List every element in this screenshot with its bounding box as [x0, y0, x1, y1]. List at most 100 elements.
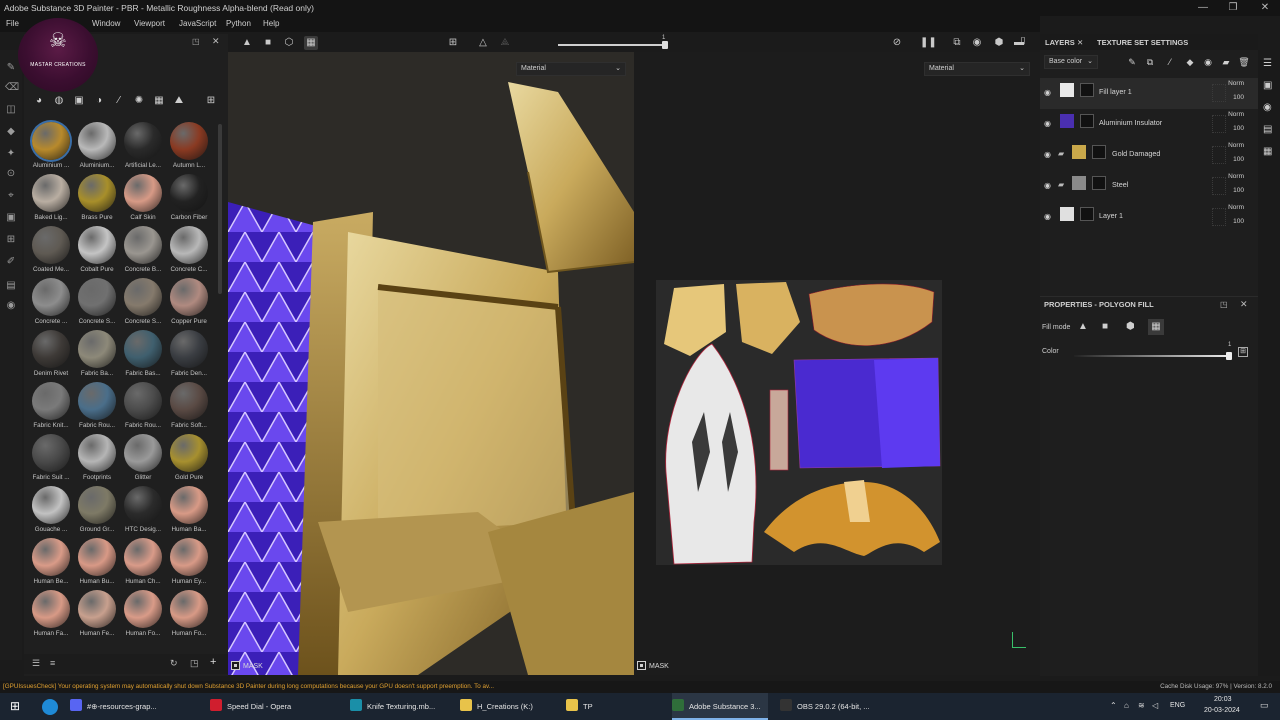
layer-opacity[interactable]: 100	[1233, 187, 1244, 194]
taskbar-app[interactable]: #⊕-resources-grap...	[70, 693, 200, 720]
smudge-icon[interactable]: ✦	[5, 148, 17, 160]
taskbar-app[interactable]: Knife Texturing.mb...	[350, 693, 450, 720]
undock-icon[interactable]: ◳	[192, 37, 200, 46]
material-thumbnail[interactable]: HTC Desig...	[120, 486, 166, 538]
fill-quad-icon[interactable]: ■	[1102, 321, 1114, 333]
volume-icon[interactable]: ◁	[1152, 701, 1158, 710]
material-thumbnail[interactable]: Human Fo...	[166, 590, 212, 642]
material-thumbnail[interactable]: Fabric Bas...	[120, 330, 166, 382]
screenshot-camera-icon[interactable]: ⌷	[1020, 36, 1034, 50]
material-dropdown-left[interactable]: Material ⌄	[516, 62, 626, 76]
menu-window[interactable]: Window	[92, 19, 120, 28]
material-thumbnail[interactable]: Human Be...	[28, 538, 74, 590]
material-thumbnail[interactable]: Autumn L...	[166, 122, 212, 174]
material-thumbnail[interactable]: Human Ch...	[120, 538, 166, 590]
material-dropdown-right[interactable]: Material ⌄	[924, 62, 1030, 76]
add-folder-icon[interactable]: ▰	[1220, 56, 1232, 68]
pause-icon[interactable]: ❚❚	[920, 36, 937, 50]
menu-python[interactable]: Python	[226, 19, 251, 28]
eye-icon[interactable]: ◉	[5, 300, 17, 312]
square-view-icon[interactable]: ■	[261, 36, 275, 50]
material-thumbnail[interactable]: Aluminium...	[74, 122, 120, 174]
sort-icon[interactable]: ≡	[50, 658, 55, 668]
material-thumbnail[interactable]: Fabric Den...	[166, 330, 212, 382]
history-icon[interactable]: ▦	[1263, 146, 1272, 157]
render-icon[interactable]: ◉	[970, 36, 984, 50]
material-thumbnail[interactable]: Human Fo...	[120, 590, 166, 642]
layer-mask-thumbnail[interactable]	[1092, 145, 1106, 159]
layers-panel-icon[interactable]: ☰	[1263, 58, 1272, 69]
shader-settings-icon[interactable]: ◉	[1263, 102, 1272, 113]
view-slider[interactable]	[558, 41, 668, 49]
maximize-button[interactable]: ❐	[1224, 2, 1242, 14]
triangle-view-icon[interactable]: ▲	[240, 36, 254, 50]
filter-list-icon[interactable]: ☰	[32, 658, 40, 669]
display-icon[interactable]: ⬢	[992, 36, 1006, 50]
layer-blend-mode[interactable]: Norm	[1228, 111, 1244, 118]
layer-row[interactable]: ◉ Fill layer 1 Norm 100	[1040, 78, 1258, 109]
material-thumbnail[interactable]: Human Ey...	[166, 538, 212, 590]
material-thumbnail[interactable]: Calf Skin	[120, 174, 166, 226]
material-thumbnail[interactable]: Gouache ...	[28, 486, 74, 538]
delete-layer-icon[interactable]: 🗑	[1238, 56, 1250, 68]
measure-icon[interactable]: ⊞	[5, 234, 17, 246]
menu-file[interactable]: File	[6, 19, 19, 28]
layer-mask-thumbnail[interactable]	[1080, 83, 1094, 97]
material-thumbnail[interactable]: Concrete B...	[120, 226, 166, 278]
layer-row[interactable]: ◉ Aluminium Insulator Norm 100	[1040, 109, 1258, 140]
layer-opacity[interactable]: 100	[1233, 125, 1244, 132]
masks-filter-icon[interactable]: ▣	[72, 94, 86, 108]
material-thumbnail[interactable]: Fabric Suit ...	[28, 434, 74, 486]
taskbar-app[interactable]: H_Creations (K:)	[460, 693, 556, 720]
clock-time[interactable]: 20:03	[1214, 696, 1232, 703]
layer-blend-mode[interactable]: Norm	[1228, 204, 1244, 211]
viewport-3d[interactable]: Material ⌄ MASK	[228, 52, 634, 675]
refresh-icon[interactable]: ↻	[170, 658, 178, 669]
mask-toggle-right[interactable]: MASK	[637, 661, 669, 670]
fill-object-icon[interactable]: ⬢	[1126, 321, 1138, 333]
brushes-filter-icon[interactable]: ⁄	[112, 94, 126, 108]
material-thumbnail[interactable]: Coated Me...	[28, 226, 74, 278]
material-thumbnail[interactable]: Concrete ...	[28, 278, 74, 330]
smart-materials-filter-icon[interactable]: ◍	[52, 94, 66, 108]
layer-blend-mode[interactable]: Norm	[1228, 173, 1244, 180]
material-thumbnail[interactable]: Fabric Rou...	[74, 382, 120, 434]
color-slider[interactable]	[1074, 355, 1230, 357]
material-thumbnail[interactable]: Fabric Soft...	[166, 382, 212, 434]
clone-icon[interactable]: ⊙	[5, 168, 17, 180]
symmetry-disabled-icon[interactable]: ⟁	[498, 36, 512, 50]
cube-view-icon[interactable]: ⬡	[282, 36, 296, 50]
material-thumbnail[interactable]: Fabric Ba...	[74, 330, 120, 382]
viewport-2d[interactable]: Material ⌄ MASK	[634, 52, 1040, 675]
material-thumbnail[interactable]: Fabric Knit...	[28, 382, 74, 434]
add-fill-layer-icon[interactable]: ◆	[1184, 56, 1196, 68]
material-thumbnail[interactable]: Human Ba...	[166, 486, 212, 538]
wifi-icon[interactable]: ≋	[1138, 701, 1145, 710]
layer-blend-mode[interactable]: Norm	[1228, 142, 1244, 149]
clock-date[interactable]: 20-03-2024	[1204, 707, 1240, 714]
channel-dropdown[interactable]: Base color ⌄	[1044, 55, 1098, 69]
grid-view-icon[interactable]: ⊞	[204, 94, 218, 108]
shelf-scrollbar[interactable]	[218, 124, 222, 294]
material-thumbnail[interactable]: Cobalt Pure	[74, 226, 120, 278]
layer-mask-thumbnail[interactable]	[1080, 207, 1094, 221]
material-thumbnail[interactable]: Ground Gr...	[74, 486, 120, 538]
layer-row[interactable]: ◉ Layer 1 Norm 100	[1040, 202, 1258, 233]
material-thumbnail[interactable]: Human Bu...	[74, 538, 120, 590]
eraser-icon[interactable]: ⌫	[5, 82, 19, 94]
layer-row[interactable]: ◉ ▰ Gold Damaged Norm 100	[1040, 140, 1258, 171]
notification-icon[interactable]: ▭	[1260, 700, 1269, 711]
material-thumbnail[interactable]: Human Fe...	[74, 590, 120, 642]
taskbar-app[interactable]: OBS 29.0.2 (64-bit, ...	[780, 693, 880, 720]
folder-icon[interactable]: ▰	[1058, 149, 1064, 158]
menu-javascript[interactable]: JavaScript	[179, 19, 216, 28]
edge-browser-icon[interactable]	[42, 699, 58, 715]
add-paint-layer-icon[interactable]: ⁄	[1164, 56, 1176, 68]
layer-blend-mode[interactable]: Norm	[1228, 80, 1244, 87]
minimize-button[interactable]: —	[1194, 2, 1212, 14]
layer-mask-thumbnail[interactable]	[1092, 176, 1106, 190]
language-indicator[interactable]: ENG	[1170, 702, 1185, 709]
material-thumbnail[interactable]: Artificial Le...	[120, 122, 166, 174]
display-settings-icon[interactable]: ▣	[1263, 80, 1272, 91]
layer-opacity[interactable]: 100	[1233, 218, 1244, 225]
